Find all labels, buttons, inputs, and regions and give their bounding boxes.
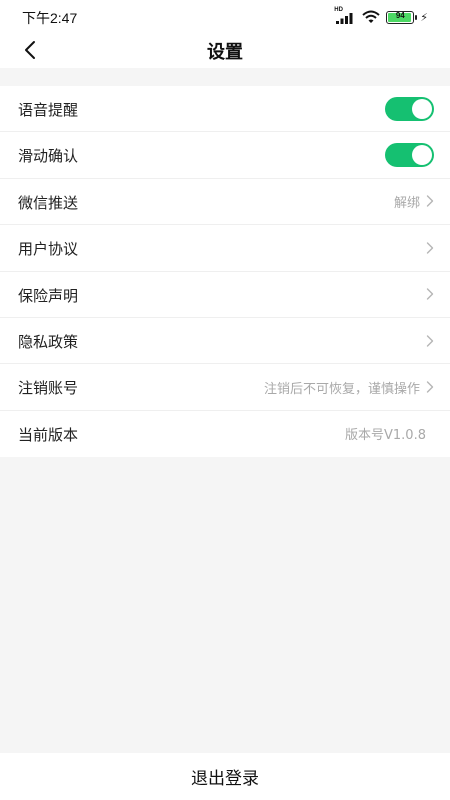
settings-row-label: 当前版本 bbox=[18, 425, 79, 444]
nav-bar: 设置 bbox=[0, 34, 450, 68]
settings-row-label: 滑动确认 bbox=[18, 147, 79, 166]
chevron-right-icon bbox=[426, 195, 434, 208]
settings-row-current-version: 当前版本 版本号V1.0.8 bbox=[0, 411, 450, 457]
settings-row-label: 微信推送 bbox=[18, 193, 79, 212]
toggle-knob bbox=[412, 98, 432, 119]
status-time: 下午2:47 bbox=[22, 10, 78, 26]
status-bar: 下午2:47 HD 94 ⚡ bbox=[0, 0, 450, 34]
settings-row-label: 语音提醒 bbox=[18, 101, 79, 119]
page-title: 设置 bbox=[207, 42, 243, 63]
chevron-right-icon bbox=[426, 334, 434, 347]
settings-row-right: 注销后不可恢复，谨慎操作 bbox=[264, 364, 434, 409]
settings-row-voice-reminder: 语音提醒 bbox=[0, 86, 450, 133]
toggle-knob bbox=[412, 145, 432, 166]
toggle-switch[interactable] bbox=[385, 96, 434, 121]
settings-row-insurance-statement[interactable]: 保险声明 bbox=[0, 272, 450, 318]
settings-row-label: 注销账号 bbox=[18, 379, 79, 398]
settings-row-right bbox=[426, 318, 434, 363]
battery-level: 94 bbox=[395, 10, 405, 20]
settings-row-right: 版本号V1.0.8 bbox=[345, 411, 426, 457]
wifi-icon bbox=[362, 10, 380, 23]
settings-row-label: 用户协议 bbox=[18, 240, 79, 259]
settings-row-right: 解绑 bbox=[394, 179, 434, 224]
logout-button[interactable]: 退出登录 bbox=[0, 753, 450, 800]
chevron-right-icon bbox=[426, 381, 434, 393]
charging-icon: ⚡ bbox=[420, 10, 428, 24]
logout-label: 退出登录 bbox=[191, 769, 259, 789]
status-icons: HD 94 ⚡ bbox=[334, 7, 428, 25]
settings-row-right bbox=[426, 225, 434, 270]
chevron-right-icon bbox=[426, 242, 434, 254]
settings-row-delete-account[interactable]: 注销账号 注销后不可恢复，谨慎操作 bbox=[0, 364, 450, 411]
toggle-switch[interactable] bbox=[385, 143, 434, 168]
settings-row-value: 注销后不可恢复，谨慎操作 bbox=[263, 381, 420, 397]
settings-row-right bbox=[385, 86, 434, 131]
settings-row-label: 保险声明 bbox=[18, 286, 79, 305]
settings-row-privacy-policy[interactable]: 隐私政策 bbox=[0, 318, 450, 365]
settings-row-wechat-push[interactable]: 微信推送 解绑 bbox=[0, 179, 450, 226]
chevron-right-icon bbox=[426, 288, 434, 300]
settings-list: 语音提醒滑动确认微信推送 解绑用户协议保险声明隐私政策注销账号 注销后不可恢复，谨慎… bbox=[0, 86, 450, 458]
settings-row-value: 版本号V1.0.8 bbox=[345, 428, 426, 444]
battery-icon: 94 bbox=[386, 10, 418, 24]
settings-row-right bbox=[426, 272, 434, 317]
settings-row-value: 解绑 bbox=[393, 195, 420, 211]
settings-row-label: 隐私政策 bbox=[18, 332, 79, 351]
signal-icon: HD bbox=[334, 7, 356, 24]
settings-row-right bbox=[385, 132, 434, 177]
settings-row-user-agreement[interactable]: 用户协议 bbox=[0, 225, 450, 272]
settings-row-swipe-confirm: 滑动确认 bbox=[0, 132, 450, 179]
